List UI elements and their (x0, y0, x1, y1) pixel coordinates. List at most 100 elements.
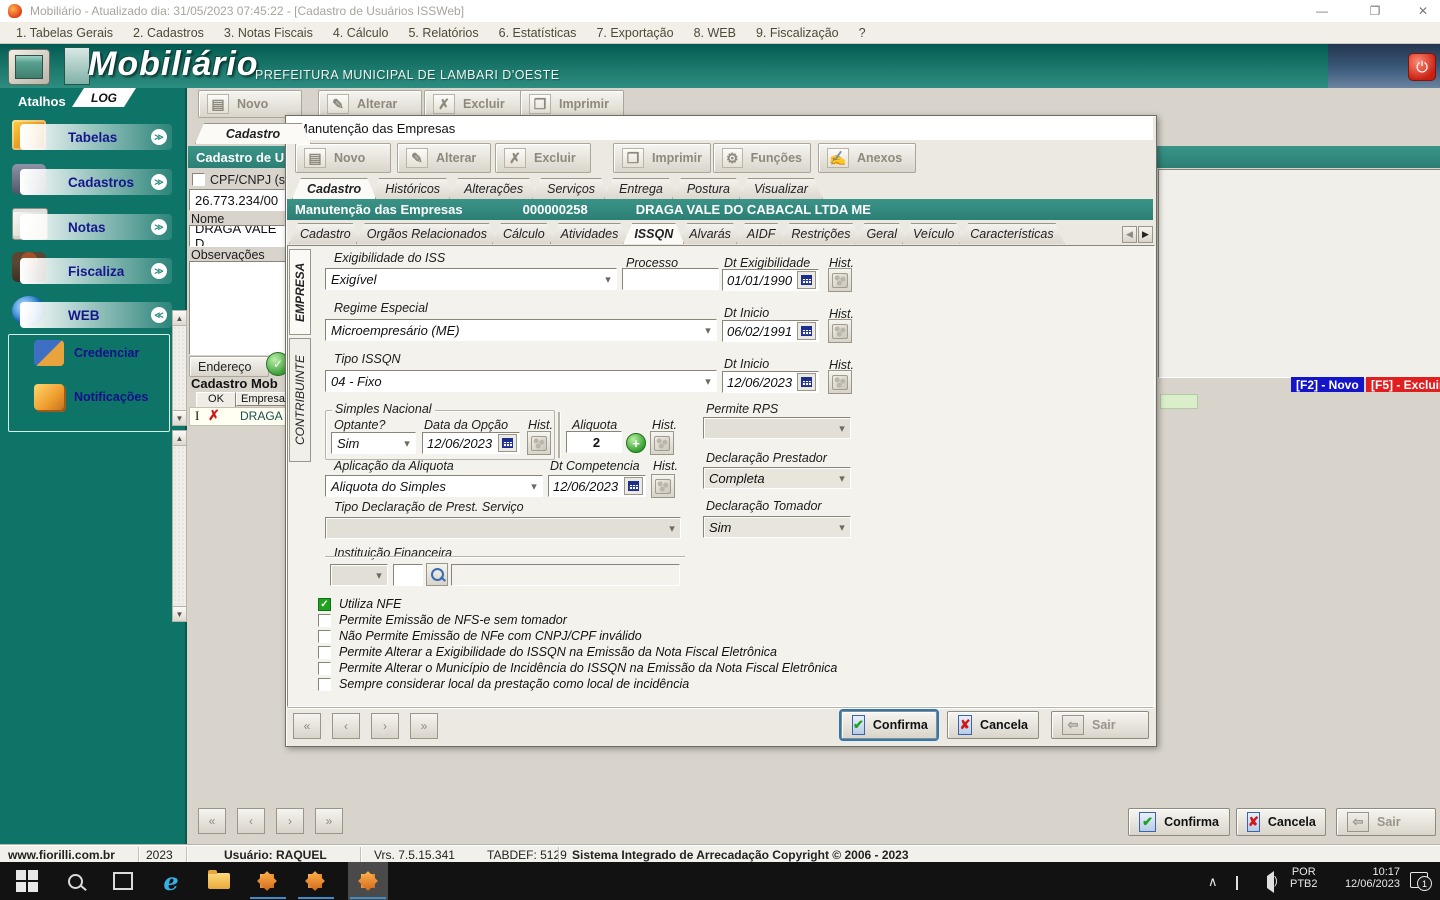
tab-aidf[interactable]: AIDF (736, 223, 786, 244)
dialog-funcoes-button[interactable]: Funções (713, 143, 811, 173)
dialog-title-bar[interactable]: Manutenção das Empresas (287, 116, 1153, 140)
search-button[interactable] (426, 563, 448, 586)
sidebar-item-web[interactable]: WEB ≪ (20, 302, 172, 328)
scroll-down-icon[interactable]: ▼ (173, 606, 186, 621)
dt-inicio-regime-input[interactable]: 06/02/1991 (722, 320, 819, 342)
imprimir-button[interactable]: Imprimir (520, 90, 624, 118)
local-prestacao-checkbox[interactable] (318, 677, 331, 691)
calendar-icon[interactable] (797, 322, 816, 340)
restore-button[interactable]: ❐ (1358, 0, 1392, 22)
sidebar-item-notas[interactable]: Notas ≫ (20, 214, 172, 240)
speaker-icon[interactable]: ) (1262, 871, 1278, 893)
dialog-novo-button[interactable]: Novo (295, 143, 391, 173)
tab-cadastro-inner[interactable]: Cadastro (289, 223, 362, 244)
sidebar-item-cadastros[interactable]: Cadastros ≫ (20, 169, 172, 195)
data-opcao-input[interactable]: 12/06/2023 (422, 432, 520, 454)
calendar-icon[interactable] (498, 434, 517, 452)
scroll-track[interactable] (173, 446, 186, 606)
scrollbar-lower[interactable]: ▲ ▼ (172, 430, 187, 622)
tipo-issqn-select[interactable]: 04 - Fixo ▾ (325, 370, 717, 392)
sidebar-item-tabelas[interactable]: Tabelas ≫ (20, 124, 172, 150)
record-next-button[interactable]: › (371, 713, 399, 739)
tab-cadastro[interactable]: Cadastro (292, 178, 376, 199)
nome-input[interactable]: DRAGA VALE D (189, 225, 285, 247)
nfse-sem-tomador-checkbox[interactable] (318, 613, 331, 627)
scroll-up-icon[interactable]: ▲ (173, 431, 186, 446)
record-first-button[interactable]: « (198, 808, 226, 834)
dialog-imprimir-button[interactable]: Imprimir (613, 143, 711, 173)
decl-prestador-select[interactable]: Completa ▾ (703, 467, 851, 489)
hist-exigibilidade-button[interactable] (828, 268, 852, 292)
inst-financeira-name-input[interactable] (451, 564, 680, 586)
menu-tabelas-gerais[interactable]: 1. Tabelas Gerais (6, 26, 123, 40)
menu-fiscalizacao[interactable]: 9. Fiscalização (746, 26, 849, 40)
permite-rps-select[interactable]: ▾ (703, 417, 851, 439)
utiliza-nfe-checkbox[interactable] (318, 597, 331, 611)
record-prev-button[interactable]: ‹ (332, 713, 360, 739)
dialog-alterar-button[interactable]: Alterar (397, 143, 491, 173)
menu-relatorios[interactable]: 5. Relatórios (398, 26, 488, 40)
menu-estatisticas[interactable]: 6. Estatísticas (489, 26, 587, 40)
calendar-icon[interactable] (797, 271, 816, 289)
chevron-down-icon[interactable]: ≫ (151, 129, 167, 145)
file-explorer-button[interactable] (206, 869, 232, 893)
novo-button[interactable]: Novo (198, 90, 302, 118)
hist-aplicacao-button[interactable] (651, 474, 675, 498)
tab-alvaras[interactable]: Alvarás (678, 223, 742, 244)
tipo-decl-select[interactable]: ▾ (325, 517, 681, 539)
tabs-scroll-left-icon[interactable]: ◀ (1122, 226, 1137, 243)
add-plus-icon[interactable]: + (626, 433, 646, 453)
close-button[interactable]: ✕ (1406, 0, 1440, 22)
grid-col-ok[interactable]: OK (196, 392, 236, 408)
tab-entrega[interactable]: Entrega (604, 178, 678, 199)
sidebar-tab-atalhos[interactable]: Atalhos (18, 94, 66, 109)
tab-veiculo[interactable]: Veículo (902, 223, 965, 244)
calendar-icon[interactable] (797, 373, 816, 391)
network-icon[interactable] (1236, 876, 1238, 890)
sidebar-item-credenciar[interactable]: Credenciar (34, 340, 139, 366)
menu-calculo[interactable]: 4. Cálculo (323, 26, 399, 40)
minimize-button[interactable]: — (1305, 0, 1339, 22)
tab-restricoes[interactable]: Restrições (780, 223, 861, 244)
scrollbar-upper[interactable]: ▲ ▼ (172, 310, 187, 426)
tray-chevron-icon[interactable]: ∧ (1208, 874, 1218, 890)
endereco-button[interactable]: Endereço (189, 356, 269, 377)
clock[interactable]: 10:17 12/06/2023 (1332, 866, 1400, 890)
start-button[interactable] (14, 869, 40, 893)
tab-atividades[interactable]: Atividades (550, 223, 630, 244)
tab-issqn[interactable]: ISSQN (623, 223, 684, 244)
app-button-active[interactable] (348, 862, 388, 900)
app-button-2[interactable] (302, 869, 328, 893)
aliquota-input[interactable]: 2 (566, 431, 622, 453)
menu-help[interactable]: ? (849, 26, 876, 40)
app-button-1[interactable] (254, 869, 280, 893)
tab-cadastro-usuarios[interactable]: Cadastro (195, 123, 311, 144)
notification-center-button[interactable]: 1 (1410, 872, 1432, 891)
dialog-excluir-button[interactable]: Excluir (495, 143, 591, 173)
decl-tomador-select[interactable]: Sim ▾ (703, 516, 851, 538)
exigibilidade-select[interactable]: Exigível ▾ (325, 268, 617, 290)
hist-aliquota-button[interactable] (650, 431, 674, 455)
alterar-button[interactable]: Alterar (318, 90, 422, 118)
power-icon[interactable]: ⏻ (1408, 53, 1436, 81)
tab-geral[interactable]: Geral (855, 223, 908, 244)
processo-input[interactable] (622, 268, 719, 290)
alterar-municipio-checkbox[interactable] (318, 661, 331, 675)
menu-cadastros[interactable]: 2. Cadastros (123, 26, 214, 40)
cancela-button-window[interactable]: ✘ Cancela (1236, 808, 1326, 836)
tabs-scroll-right-icon[interactable]: ▶ (1138, 226, 1153, 243)
scroll-up-icon[interactable]: ▲ (173, 311, 186, 326)
cancela-button[interactable]: ✘ Cancela (947, 711, 1039, 739)
tab-alteracoes[interactable]: Alterações (449, 178, 538, 199)
dt-inicio-tipo-input[interactable]: 12/06/2023 (722, 371, 819, 393)
cpf-input[interactable]: 26.773.234/00 (189, 189, 285, 211)
side-tab-contribuinte[interactable]: CONTRIBUINTE (289, 338, 311, 462)
sidebar-item-notificacoes[interactable]: Notificações (34, 384, 148, 410)
sair-button[interactable]: ⇦ Sair (1051, 711, 1149, 739)
aplicacao-select[interactable]: Aliquota do Simples ▾ (325, 475, 543, 497)
chevron-down-icon[interactable]: ≫ (151, 174, 167, 190)
record-next-button[interactable]: › (276, 808, 304, 834)
dt-exigibilidade-input[interactable]: 01/01/1990 (722, 269, 819, 291)
tab-historicos[interactable]: Históricos (370, 178, 455, 199)
menu-exportacao[interactable]: 7. Exportação (586, 26, 683, 40)
